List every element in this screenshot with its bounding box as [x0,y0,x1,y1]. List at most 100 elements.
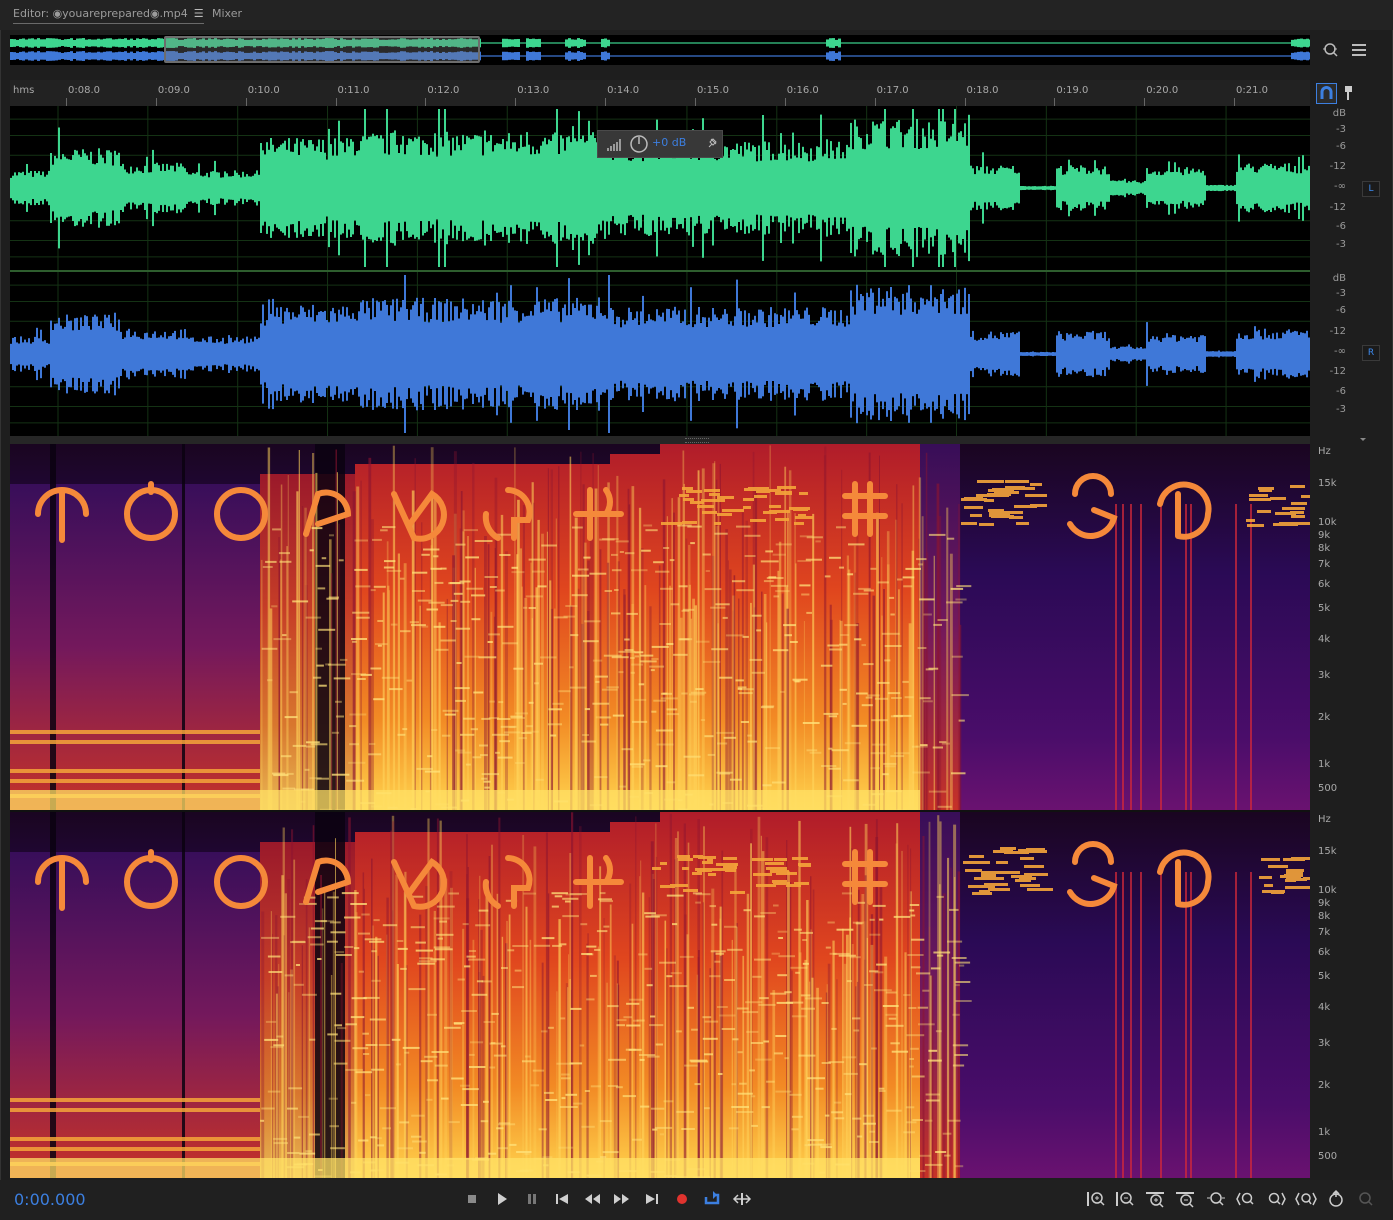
hz-label: 15k [1318,846,1337,857]
db-label: -∞ [1334,346,1346,357]
hz-label: 500 [1318,1151,1338,1162]
ruler-tick [1144,98,1146,106]
waveform-right-channel[interactable] [10,272,1317,436]
zoom-to-selection-icon[interactable] [1321,41,1339,59]
ruler-tick-label: 0:13.0 [517,85,550,96]
db-label: -12 [1329,161,1346,172]
ruler-tick [694,98,696,106]
channel-right-toggle[interactable]: R [1362,345,1380,361]
record-icon[interactable] [672,1189,692,1209]
hz-label: 6k [1318,579,1331,590]
db-scale-right: dB -3 -6 -12 -∞ -12 -6 -3 [1312,272,1346,436]
hz-label: 10k [1318,885,1337,896]
spectrogram-right-graphic [10,812,1310,1178]
snap-magnet-icon[interactable] [1316,83,1337,104]
play-icon[interactable] [492,1189,512,1209]
panel-menu-icon[interactable] [1350,41,1368,59]
hz-label: 5k [1318,971,1331,982]
ruler-tick [784,98,786,106]
zoom-in-amplitude-icon[interactable] [1085,1189,1107,1209]
zoom-out-amplitude-icon[interactable] [1114,1189,1136,1209]
zoom-in-time-icon[interactable] [1145,1189,1167,1209]
ruler-tick [964,98,966,106]
ruler-tick [605,98,607,106]
ruler-tick-label: 0:15.0 [696,85,729,96]
tab-editor-label: Editor: ◉youareprepared◉.mp4 [13,7,188,20]
pause-icon[interactable] [522,1189,542,1209]
db-label: -∞ [1334,181,1346,192]
marker-pin-icon[interactable] [1342,84,1356,102]
loop-icon[interactable] [702,1189,722,1209]
zoom-in-right-icon[interactable] [1265,1189,1287,1209]
rewind-icon[interactable] [582,1189,602,1209]
stop-icon[interactable] [462,1189,482,1209]
db-label: -12 [1329,326,1346,337]
db-label: -12 [1329,366,1346,377]
hz-label: Hz [1318,814,1331,825]
gain-hud[interactable]: +0 dB [597,130,723,158]
ruler-tick [1054,98,1056,106]
hz-label: 9k [1318,898,1331,909]
gain-value[interactable]: +0 dB [652,136,686,149]
hz-label: 6k [1318,947,1331,958]
hz-label: 7k [1318,927,1331,938]
tab-mixer[interactable]: Mixer [212,7,242,20]
db-label: dB [1332,108,1346,119]
hz-scale-right: Hz 15k 10k 9k 8k 7k 6k 5k 4k 3k 2k 1k 50… [1312,812,1338,1178]
hz-label: 3k [1318,670,1331,681]
ruler-tick [1234,98,1236,106]
zoom-in-left-icon[interactable] [1235,1189,1257,1209]
ruler-unit: hms [13,85,35,96]
overview-visible-range[interactable] [164,36,480,63]
ruler-tick-label: 0:11.0 [337,85,370,96]
hz-label: 1k [1318,1127,1331,1138]
ruler-tick-label: 0:16.0 [786,85,819,96]
channel-left-toggle[interactable]: L [1362,181,1380,197]
hz-label: 8k [1318,543,1331,554]
db-label: dB [1332,273,1346,284]
ruler-tick [66,98,67,106]
ruler-tick-label: 0:12.0 [427,85,460,96]
hz-label: 5k [1318,603,1331,614]
time-ruler[interactable]: hms 0:08.0 0:09.0 0:10.0 0:11.0 0:12.0 0:13.0… [10,80,1310,106]
db-label: -3 [1336,288,1346,299]
spectral-display-right[interactable] [10,812,1310,1178]
waveform-right-graphic [10,272,1317,436]
hz-label: 9k [1318,530,1331,541]
ruler-tick [874,98,876,106]
hz-label: 7k [1318,559,1331,570]
collapse-arrow-icon[interactable] [1358,436,1368,444]
db-label: -3 [1336,239,1346,250]
db-label: -3 [1336,404,1346,415]
db-label: -6 [1336,305,1346,316]
zoom-out-time-icon[interactable] [1175,1189,1197,1209]
ruler-tick-label: 0:10.0 [247,85,280,96]
zoom-reset-icon[interactable] [1325,1189,1347,1209]
db-label: -6 [1336,221,1346,232]
skip-selection-icon[interactable] [732,1189,752,1209]
ruler-tick-label: 0:08.0 [68,85,100,96]
go-to-start-icon[interactable] [552,1189,572,1209]
view-splitter[interactable] [10,436,1310,444]
fast-forward-icon[interactable] [612,1189,632,1209]
spectrogram-left-graphic [10,444,1310,810]
spectral-display-left[interactable] [10,444,1310,810]
splitter-grip[interactable] [685,438,709,443]
gain-knob-icon[interactable] [629,134,649,154]
tab-editor[interactable]: Editor: ◉youareprepared◉.mp4 ☰ [13,7,204,24]
ruler-tick-label: 0:19.0 [1056,85,1089,96]
tab-menu-icon[interactable]: ☰ [194,7,204,20]
go-to-end-icon[interactable] [642,1189,662,1209]
panel-tab-bar: Editor: ◉youareprepared◉.mp4 ☰ Mixer [0,0,1393,30]
timecode-display[interactable]: 0:00.000 [14,1190,86,1209]
ruler-tick-label: 0:18.0 [966,85,999,96]
hz-label: Hz [1318,446,1331,457]
ruler-tick [245,98,247,106]
zoom-out-full-icon[interactable] [1205,1189,1227,1209]
hz-label: 3k [1318,1038,1331,1049]
ruler-tick [335,98,337,106]
zoom-selection-icon[interactable] [1295,1189,1317,1209]
db-scale-left: dB -3 -6 -12 -∞ -12 -6 -3 [1312,106,1346,270]
ruler-tick [425,98,427,106]
pin-hud-icon[interactable] [706,137,718,149]
